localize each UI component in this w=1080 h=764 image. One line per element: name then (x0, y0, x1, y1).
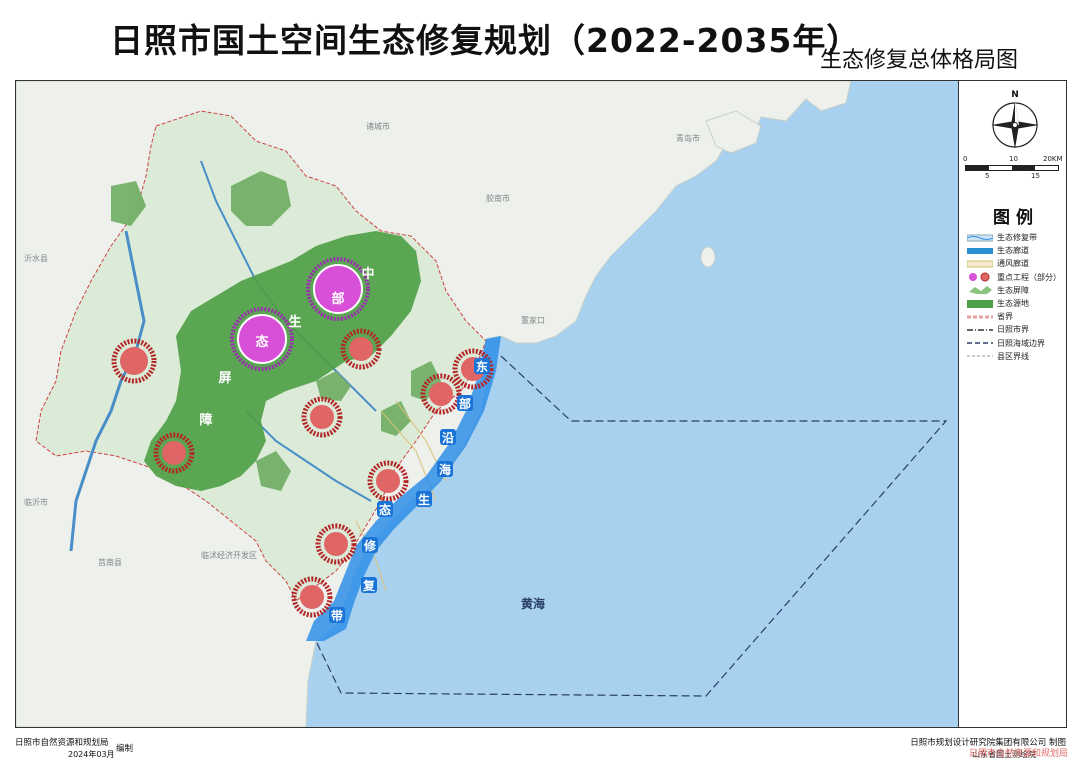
eco-barrier-symbol (969, 286, 992, 295)
sea-label: 黄海 (521, 596, 545, 611)
zone-char: 中 (361, 266, 374, 282)
place-label: 沂水县 (24, 253, 48, 263)
footer-org-left: 日照市自然资源和规划局 (15, 738, 109, 748)
legend-item: 日照市界 (967, 323, 1067, 336)
legend-label: 县区界线 (997, 351, 1029, 361)
zone-char: 障 (199, 412, 212, 428)
island (700, 246, 716, 268)
place-label: 临沂市 (24, 497, 48, 507)
scale-bar: 0 10 20KM 5 15 (959, 153, 1067, 183)
place-label: 莒南县 (98, 557, 122, 567)
scale-tick: 0 (963, 155, 968, 163)
legend-label: 日照市界 (997, 325, 1029, 335)
legend-item: 重点工程（部分） (967, 271, 1067, 284)
eco-corridor-symbol (967, 247, 993, 254)
zone-char: 屏 (218, 371, 231, 386)
legend-item: 生态源地 (967, 297, 1067, 310)
scale-tick: 10 (1009, 155, 1018, 163)
scale-subtick: 5 (985, 172, 990, 180)
scale-subtick: 15 (1031, 172, 1040, 180)
legend-item: 生态廊道 (967, 244, 1067, 257)
watermark: 日照市自然资源和规划局 (968, 749, 1068, 759)
zone-char: 态 (379, 502, 391, 517)
legend-item: 生态修复带 (967, 231, 1067, 244)
place-label: 诸城市 (366, 121, 390, 131)
place-label: 临沭经济开发区 (201, 550, 257, 560)
legend-item: 省界 (967, 310, 1067, 323)
legend-label: 生态屏障 (997, 285, 1029, 295)
legend-item: 生态屏障 (967, 284, 1067, 297)
compass-north-label: N (1011, 90, 1019, 100)
city-boundary-symbol (967, 329, 993, 331)
vent-corridor-symbol (967, 260, 993, 268)
place-label: 董家口 (521, 315, 545, 325)
zone-char: 海 (439, 462, 451, 477)
legend-label: 生态修复带 (997, 233, 1037, 243)
page-title: 日照市国土空间生态修复规划（2022-2035年） (110, 21, 861, 60)
eco-source-symbol (967, 299, 993, 308)
zone-char: 复 (362, 578, 376, 593)
zone-char: 部 (459, 396, 471, 411)
legend-label: 日照海域边界 (997, 338, 1045, 348)
zone-char: 带 (331, 608, 343, 623)
map-canvas[interactable]: 诸城市 青岛市 胶南市 沂水县 临沂市 临沭经济开发区 莒南县 董家口 黄海 中… (16, 81, 958, 727)
zone-char: 沿 (441, 431, 454, 445)
place-label: 青岛市 (676, 133, 700, 143)
zone-char: 东 (476, 359, 488, 374)
compass-icon: N (991, 90, 1039, 149)
zone-char: 修 (363, 538, 377, 553)
legend-label: 通风廊道 (997, 259, 1029, 269)
footer-date: 2024年03月 (68, 750, 115, 759)
zone-char: 生 (418, 492, 430, 507)
legend-item: 日照海域边界 (967, 337, 1067, 350)
zone-char: 部 (331, 291, 344, 307)
legend-item: 通风廊道 (967, 257, 1067, 270)
legend-label: 重点工程（部分） (997, 272, 1061, 282)
legend-label: 生态源地 (997, 299, 1029, 309)
legend-title: 图 例 (993, 208, 1033, 228)
zone-char: 态 (255, 334, 268, 350)
sea-boundary-symbol (967, 342, 993, 344)
scale-tick: 20KM (1043, 155, 1063, 163)
county-boundary-symbol (967, 355, 993, 357)
legend-item: 县区界线 (967, 350, 1067, 363)
legend-label: 生态廊道 (997, 246, 1029, 256)
zone-char: 生 (288, 314, 301, 330)
legend-panel: N 0 10 20KM 5 15 图 例 生态修复带 生态廊道 通风廊道 重点工… (958, 81, 1066, 727)
footer-action: 编制 (116, 744, 134, 754)
place-label: 胶南市 (486, 193, 510, 203)
key-project-marker[interactable] (111, 338, 157, 384)
province-boundary-symbol (967, 315, 993, 319)
key-project-symbol (969, 272, 990, 282)
legend-label: 省界 (997, 312, 1013, 322)
legend-list: 生态修复带 生态廊道 通风廊道 重点工程（部分） 生态屏障 生态源地 省界 日照… (967, 231, 1067, 363)
page-subtitle: 生态修复总体格局图 (820, 48, 1019, 73)
restore-belt-symbol (967, 234, 993, 242)
